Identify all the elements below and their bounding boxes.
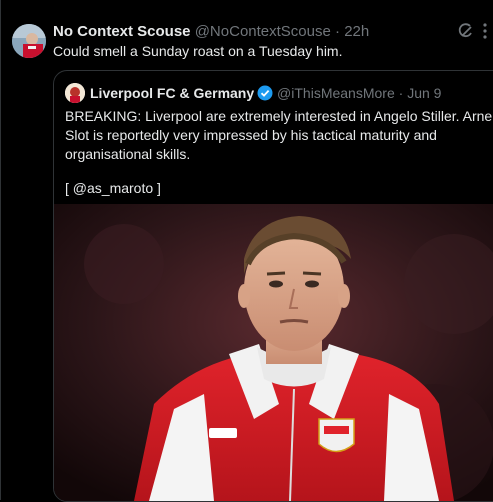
tweet[interactable]: No Context Scouse @NoContextScouse · 22h… <box>0 0 493 502</box>
quoted-photo[interactable] <box>54 204 493 501</box>
post-handle[interactable]: @NoContextScouse <box>195 23 331 40</box>
quoted-timestamp[interactable]: Jun 9 <box>407 85 441 101</box>
quoted-handle[interactable]: @iThisMeansMore <box>277 85 395 101</box>
player-photo <box>54 204 493 501</box>
post-avatar[interactable] <box>12 24 46 58</box>
more-icon[interactable] <box>478 22 492 45</box>
quoted-text: BREAKING: Liverpool are extremely intere… <box>65 108 493 162</box>
post-display-name[interactable]: No Context Scouse <box>53 23 191 40</box>
post-timestamp[interactable]: 22h <box>344 23 369 40</box>
quoted-separator: · <box>398 85 404 101</box>
verified-badge-icon <box>257 85 273 106</box>
post-text: Could smell a Sunday roast on a Tuesday … <box>53 43 343 59</box>
quoted-avatar-icon <box>65 83 85 103</box>
quoted-tweet[interactable]: Liverpool FC & Germany @iThisMeansMore ·… <box>53 70 493 502</box>
quoted-header: Liverpool FC & Germany @iThisMeansMore ·… <box>90 83 441 106</box>
post-header: No Context Scouse @NoContextScouse · 22h <box>53 22 369 41</box>
quoted-avatar[interactable] <box>65 83 85 103</box>
quoted-source: [ @as_maroto ] <box>65 180 161 196</box>
avatar-icon <box>12 24 46 58</box>
post-separator: · <box>335 23 341 40</box>
grok-icon[interactable] <box>458 22 474 45</box>
quoted-display-name[interactable]: Liverpool FC & Germany <box>90 85 254 101</box>
